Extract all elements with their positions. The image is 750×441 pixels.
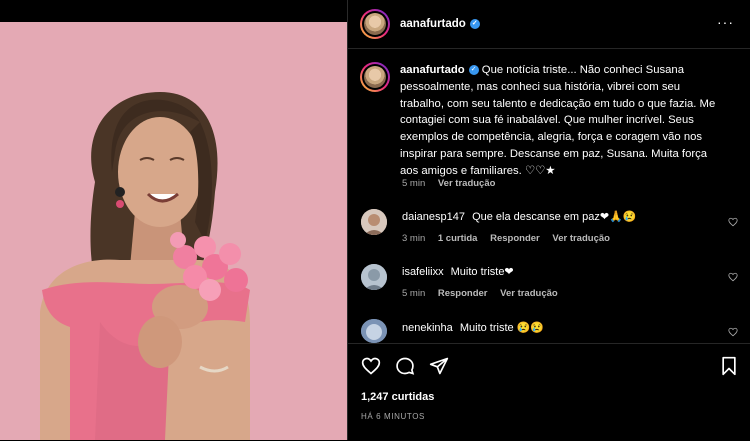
author-avatar[interactable]: [360, 9, 390, 39]
comment-reply-button[interactable]: Responder: [438, 288, 488, 299]
caption-body: Que notícia triste... Não conheci Susana…: [400, 64, 716, 177]
comment-avatar-image: [361, 319, 387, 343]
caption-author-avatar[interactable]: [360, 62, 390, 92]
heart-icon[interactable]: [361, 356, 381, 376]
verified-badge-icon: ✓: [469, 18, 480, 29]
comment-username[interactable]: daianesp147: [402, 211, 465, 223]
comment-text-3: nenekinha Muito triste 😢😢: [402, 321, 544, 334]
post-header: aanafurtado ✓ ···: [348, 0, 750, 49]
comment-like-heart-icon[interactable]: [728, 272, 738, 282]
comment-username[interactable]: nenekinha: [402, 322, 453, 334]
comment-text-2: isafeliixx Muito triste❤: [402, 265, 514, 278]
comment-username[interactable]: isafeliixx: [402, 266, 444, 278]
post-timestamp: HÁ 6 MINUTOS: [361, 412, 425, 421]
comment-body: Muito triste❤: [450, 266, 514, 278]
comment-time: 5 min: [402, 288, 426, 299]
caption-translate-link[interactable]: Ver tradução: [438, 178, 496, 189]
comment-meta-1: 3 min 1 curtida Responder Ver tradução: [402, 233, 620, 244]
comment-meta-2: 5 min Responder Ver tradução: [402, 288, 568, 299]
comment-avatar-image: [361, 209, 387, 235]
top-strip: [0, 0, 347, 22]
comment-translate-link[interactable]: Ver tradução: [500, 288, 558, 299]
comment-like-heart-icon[interactable]: [728, 327, 738, 337]
comment-avatar[interactable]: [361, 209, 387, 235]
share-icon[interactable]: [429, 356, 449, 376]
comment-avatar-image: [361, 264, 387, 290]
post-photo[interactable]: [0, 22, 347, 440]
post-caption: aanafurtado ✓ Que notícia triste... Não c…: [400, 62, 720, 180]
comment-body: Muito triste 😢😢: [459, 322, 545, 334]
verified-badge-icon: ✓: [468, 65, 479, 76]
post-photo-illustration: [0, 22, 347, 440]
comment-translate-link[interactable]: Ver tradução: [552, 233, 610, 244]
comment-time: 3 min: [402, 233, 426, 244]
caption-time: 5 min: [402, 178, 426, 189]
author-username-link[interactable]: aanafurtado ✓: [400, 18, 480, 30]
more-icon[interactable]: ···: [717, 14, 734, 30]
post-actions: 1,247 curtidas HÁ 6 MINUTOS: [348, 343, 750, 441]
comment-body: Que ela descanse em paz❤🙏😢: [472, 211, 637, 223]
comment-likes-link[interactable]: 1 curtida: [438, 233, 478, 244]
comment-like-heart-icon[interactable]: [728, 217, 738, 227]
comment-avatar[interactable]: [361, 264, 387, 290]
author-username[interactable]: aanafurtado: [400, 18, 466, 30]
comment-reply-button[interactable]: Responder: [490, 233, 540, 244]
bookmark-icon[interactable]: [720, 356, 738, 376]
likes-count[interactable]: 1,247 curtidas: [361, 391, 434, 403]
comment-avatar[interactable]: [361, 319, 387, 343]
post-side-panel: aanafurtado ✓ ··· aanafurtado ✓ Que notíci…: [348, 0, 750, 440]
caption-meta: 5 min Ver tradução: [402, 178, 505, 189]
comment-text-1: daianesp147 Que ela descanse em paz❤🙏😢: [402, 210, 637, 223]
comment-icon[interactable]: [395, 356, 415, 376]
caption-author-username[interactable]: aanafurtado: [400, 64, 465, 76]
